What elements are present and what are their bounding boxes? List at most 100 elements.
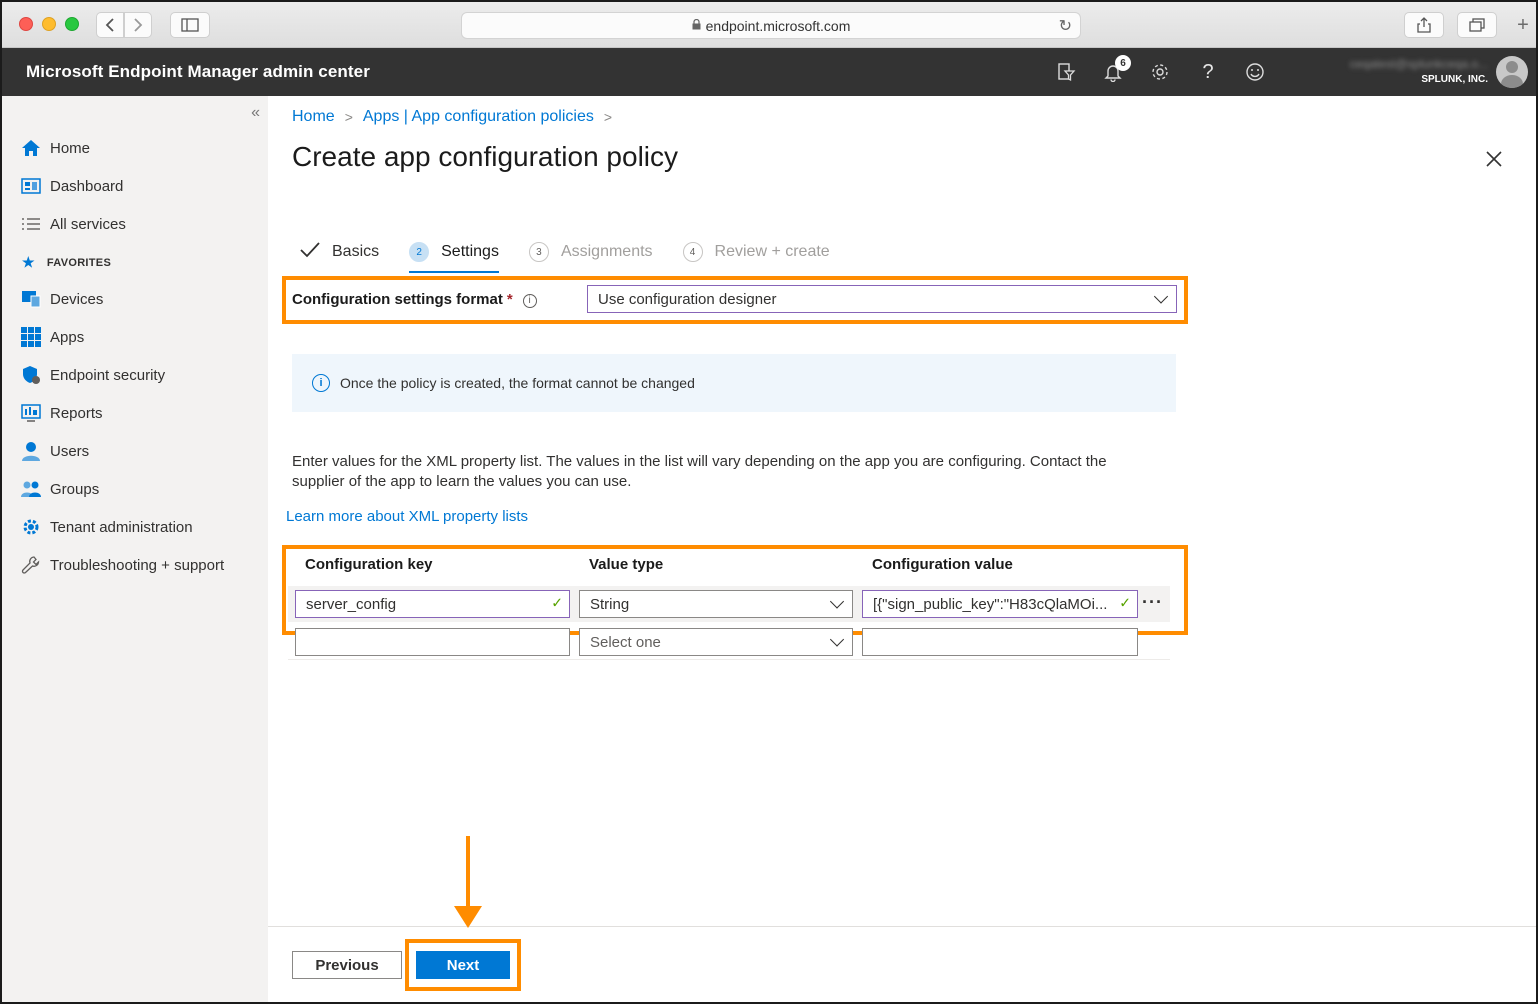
step-number: 4: [682, 242, 703, 262]
wrench-icon: [20, 555, 42, 575]
browser-toolbar: endpoint.microsoft.com ↻ +: [2, 2, 1536, 48]
sidebar-item-troubleshooting[interactable]: Troubleshooting + support: [20, 552, 224, 578]
config-key-input-empty[interactable]: [295, 628, 570, 656]
dashboard-icon: [20, 176, 42, 196]
share-icon[interactable]: [1404, 12, 1444, 38]
sidebar-item-label: Endpoint security: [50, 366, 166, 384]
sidebar-item-groups[interactable]: Groups: [20, 476, 99, 502]
reload-icon[interactable]: ↻: [1059, 16, 1072, 36]
main-content: Home > Apps | App configuration policies…: [268, 96, 1536, 1002]
back-icon[interactable]: [96, 12, 124, 38]
sidebar-toggle-icon[interactable]: [170, 12, 210, 38]
wizard-steps: Basics 2 Settings 3 Assignments 4 Review…: [300, 236, 860, 273]
sidebar-item-label: Devices: [50, 290, 104, 308]
sidebar-item-label: Troubleshooting + support: [50, 556, 225, 574]
chevron-right-icon: >: [344, 109, 353, 125]
forward-icon[interactable]: [124, 12, 152, 38]
minimize-window-button[interactable]: [42, 17, 56, 31]
sidebar-item-endpoint-security[interactable]: Endpoint security: [20, 362, 165, 388]
tab-assignments[interactable]: 3 Assignments: [528, 236, 653, 268]
annotation-arrow-head: [454, 906, 482, 928]
sidebar-item-label: Home: [50, 139, 91, 157]
description-text: Enter values for the XML property list. …: [292, 453, 1107, 490]
app-header: Microsoft Endpoint Manager admin center …: [2, 48, 1536, 96]
sidebar: « Home Dashboard All services ★ FAVORITE…: [2, 96, 268, 1002]
info-message-text: Once the policy is created, the format c…: [340, 375, 695, 391]
new-tab-icon[interactable]: +: [1510, 12, 1536, 38]
address-bar[interactable]: endpoint.microsoft.com ↻: [461, 12, 1081, 39]
sidebar-item-label: Dashboard: [50, 177, 124, 195]
step-label: Basics: [332, 243, 380, 260]
sidebar-item-label: Apps: [50, 328, 85, 346]
sidebar-item-label: Groups: [50, 480, 100, 498]
step-number: 2: [409, 242, 430, 262]
previous-button[interactable]: Previous: [292, 951, 402, 979]
sidebar-item-dashboard[interactable]: Dashboard: [20, 173, 123, 199]
sidebar-item-label: Users: [50, 442, 90, 460]
sidebar-item-home[interactable]: Home: [20, 135, 90, 161]
sidebar-item-reports[interactable]: Reports: [20, 400, 103, 426]
favorites-header: ★ FAVORITES: [22, 254, 111, 271]
step-number: 3: [528, 242, 549, 262]
groups-icon: [20, 479, 42, 499]
home-icon: [20, 138, 42, 158]
shield-icon: [20, 365, 42, 385]
step-label: Settings: [441, 243, 499, 260]
feedback-smiley-icon[interactable]: [1243, 60, 1267, 84]
annotation-arrow: [466, 836, 470, 910]
notification-count-badge: 6: [1115, 55, 1131, 71]
tab-basics[interactable]: Basics: [300, 236, 379, 268]
info-message-bar: i Once the policy is created, the format…: [292, 354, 1176, 412]
portal-filter-icon[interactable]: [1054, 60, 1078, 84]
highlight-box-table: [282, 545, 1188, 635]
devices-icon: [20, 289, 42, 309]
breadcrumb: Home > Apps | App configuration policies…: [292, 108, 622, 126]
sidebar-item-label: Tenant administration: [50, 518, 193, 536]
chevron-right-icon: >: [603, 109, 613, 125]
sidebar-item-label: Reports: [50, 404, 103, 422]
apps-grid-icon: [20, 327, 42, 347]
app-title: Microsoft Endpoint Manager admin center: [26, 62, 370, 81]
user-icon: [20, 441, 42, 461]
learn-more-link[interactable]: Learn more about XML property lists: [286, 508, 528, 525]
tabs-overview-icon[interactable]: [1457, 12, 1497, 38]
star-icon: ★: [22, 254, 35, 270]
sidebar-item-users[interactable]: Users: [20, 438, 89, 464]
highlight-box-next: [405, 939, 521, 991]
zoom-window-button[interactable]: [65, 17, 79, 31]
tab-review-create[interactable]: 4 Review + create: [682, 236, 830, 268]
collapse-sidebar-icon[interactable]: «: [251, 104, 260, 122]
url-text: endpoint.microsoft.com: [705, 17, 851, 34]
account-info[interactable]: ceqatest@splunkceqa.o... SPLUNK, INC.: [1350, 57, 1488, 85]
step-label: Review + create: [714, 243, 830, 260]
sidebar-item-devices[interactable]: Devices: [20, 286, 103, 312]
highlight-box-format: [282, 276, 1188, 324]
account-org: SPLUNK, INC.: [1421, 74, 1488, 85]
list-icon: [20, 214, 42, 234]
step-label: Assignments: [560, 243, 653, 260]
help-icon[interactable]: ?: [1196, 60, 1220, 84]
close-window-button[interactable]: [19, 17, 33, 31]
tab-settings[interactable]: 2 Settings: [409, 236, 499, 273]
breadcrumb-apps[interactable]: Apps | App configuration policies: [363, 108, 594, 126]
screenshot-frame: endpoint.microsoft.com ↻ + Microsoft End…: [0, 0, 1538, 1004]
sidebar-item-tenant-administration[interactable]: Tenant administration: [20, 514, 193, 540]
sidebar-item-label: All services: [50, 215, 126, 233]
sidebar-item-apps[interactable]: Apps: [20, 324, 84, 350]
chevron-down-icon: [829, 632, 845, 647]
value-type-dropdown-empty[interactable]: Select one: [579, 628, 853, 656]
avatar[interactable]: [1496, 56, 1528, 88]
value-type-placeholder: Select one: [590, 633, 661, 651]
close-icon[interactable]: [1486, 146, 1502, 174]
page-title: Create app configuration policy: [292, 141, 679, 172]
breadcrumb-home[interactable]: Home: [292, 108, 335, 126]
info-icon: i: [312, 374, 330, 392]
gear-icon[interactable]: [1148, 60, 1172, 84]
reports-icon: [20, 403, 42, 423]
favorites-label: FAVORITES: [46, 256, 112, 269]
gear-icon: [20, 517, 42, 537]
checkmark-icon: [300, 241, 320, 263]
account-email: ceqatest@splunkceqa.o...: [1349, 57, 1488, 71]
config-value-input-empty[interactable]: [862, 628, 1138, 656]
sidebar-item-all-services[interactable]: All services: [20, 211, 126, 237]
